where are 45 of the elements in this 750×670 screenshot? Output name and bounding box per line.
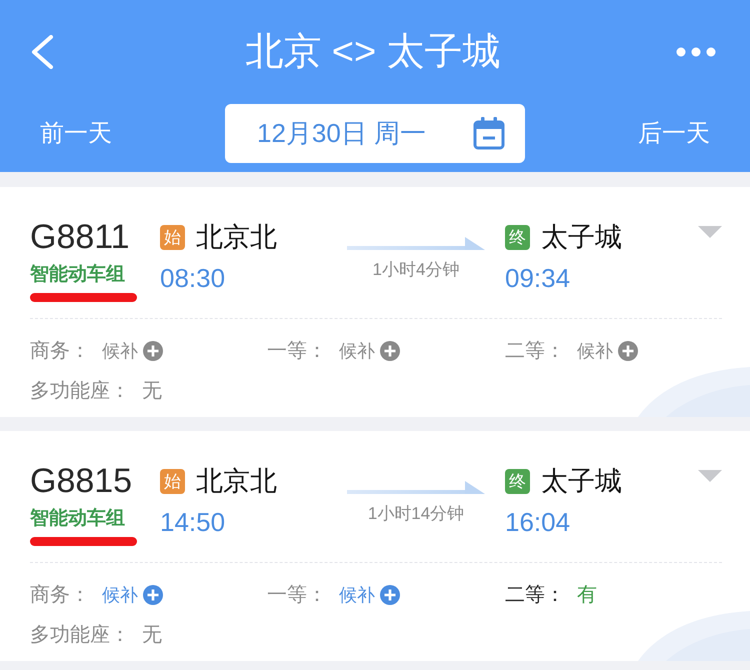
add-icon[interactable] <box>380 585 400 605</box>
arrow-icon <box>347 481 485 495</box>
duration-text: 1小时4分钟 <box>372 259 460 281</box>
seat-status[interactable]: 候补 <box>102 582 138 608</box>
seat-status: 有 <box>577 583 597 608</box>
more-icon[interactable] <box>676 47 716 57</box>
previous-day-link[interactable]: 前一天 <box>40 118 125 150</box>
station-name: 北京北 <box>196 465 277 498</box>
add-icon[interactable] <box>618 341 638 361</box>
duration-text: 1小时14分钟 <box>366 503 466 525</box>
calendar-icon <box>473 117 505 150</box>
seat-status: 无 <box>142 623 162 648</box>
seat-class-label: 二等： <box>505 339 565 364</box>
next-day-link[interactable]: 后一天 <box>625 118 710 150</box>
seat-class-label: 商务： <box>30 339 90 364</box>
station-name: 北京北 <box>196 221 277 254</box>
arrow-icon <box>347 237 485 251</box>
seat-class-label: 多功能座： <box>30 379 130 404</box>
page-title: 北京 <> 太子城 <box>245 30 501 75</box>
add-icon[interactable] <box>143 585 163 605</box>
add-icon[interactable] <box>143 341 163 361</box>
seat-status[interactable]: 候补 <box>339 582 375 608</box>
terminal-badge: 终 <box>505 468 530 494</box>
terminal-badge: 终 <box>505 224 530 250</box>
train-type-label: 智能动车组 <box>30 262 125 287</box>
station-name: 太子城 <box>541 465 622 498</box>
arrival-time: 16:04 <box>505 506 570 539</box>
seat-class-label: 一等： <box>267 583 327 608</box>
back-icon[interactable] <box>30 35 54 69</box>
seat-status: 无 <box>142 379 162 404</box>
origin-badge: 始 <box>160 468 185 494</box>
origin-badge: 始 <box>160 224 185 250</box>
seat-class-label: 一等： <box>267 339 327 364</box>
station-name: 太子城 <box>541 221 622 254</box>
seat-class-label: 二等： <box>505 583 565 608</box>
train-number: G8811 <box>30 217 131 257</box>
seat-class-label: 多功能座： <box>30 623 130 648</box>
date-selector[interactable]: 12月30日 周一 <box>225 104 525 163</box>
departure-time: 14:50 <box>160 506 226 539</box>
seat-class-label: 商务： <box>30 583 90 608</box>
departure-time: 08:30 <box>160 262 226 295</box>
train-number: G8815 <box>30 461 134 501</box>
add-icon[interactable] <box>380 341 400 361</box>
train-type-label: 智能动车组 <box>30 506 125 531</box>
arrival-time: 09:34 <box>505 262 570 295</box>
